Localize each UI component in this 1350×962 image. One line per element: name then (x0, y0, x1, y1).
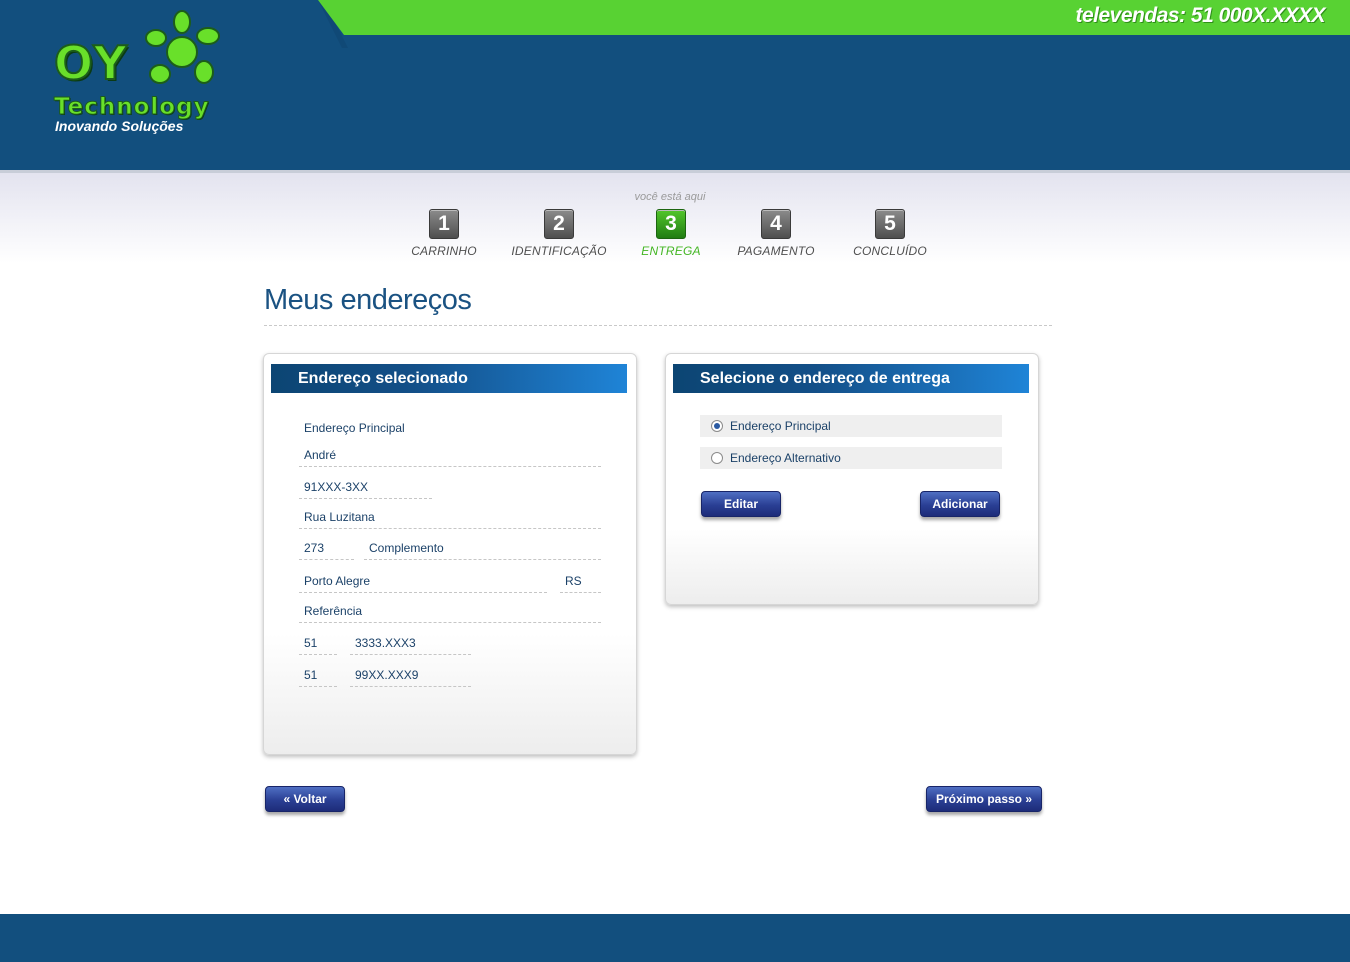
televendas-phone: televendas: 51 000X.XXXX (1075, 4, 1326, 27)
delivery-address-heading: Selecione o endereço de entrega (673, 364, 1029, 393)
step-number: 5 (875, 209, 905, 239)
option-endereco-principal[interactable]: Endereço Principal (700, 415, 1002, 437)
next-step-button[interactable]: Próximo passo » (926, 786, 1042, 812)
step-identificacao[interactable]: 2 IDENTIFICAÇÃO (499, 209, 619, 258)
complement-field: Complemento (364, 539, 601, 560)
step-carrinho[interactable]: 1 CARRINHO (384, 209, 504, 258)
step-label: IDENTIFICAÇÃO (511, 244, 607, 258)
selected-address-panel: Endereço selecionado Endereço Principal … (263, 353, 637, 755)
logo-technology-text: Technology (54, 94, 210, 121)
phone2-number-field: 99XX.XXX9 (350, 666, 471, 687)
option-endereco-alternativo[interactable]: Endereço Alternativo (700, 447, 1002, 469)
address-name-label: Endereço Principal (304, 421, 405, 435)
city-field: Porto Alegre (299, 572, 547, 593)
back-button[interactable]: « Voltar (265, 786, 345, 812)
phone2-area-field: 51 (299, 666, 337, 687)
zip-field: 91XXX-3XX (299, 478, 432, 499)
street-field: Rua Luzitana (299, 508, 601, 529)
state-field: RS (560, 572, 601, 593)
step-entrega[interactable]: 3 ENTREGA (611, 209, 731, 258)
option-label: Endereço Principal (730, 419, 831, 433)
reference-field: Referência (299, 602, 601, 623)
radio-unselected[interactable] (711, 452, 723, 464)
phone1-number-field: 3333.XXX3 (350, 634, 471, 655)
site-footer (0, 914, 1350, 962)
logo-star-icon (145, 10, 220, 84)
page-title: Meus endereços (264, 284, 472, 316)
delivery-address-panel: Selecione o endereço de entrega Endereço… (665, 353, 1039, 605)
step-number: 2 (544, 209, 574, 239)
step-pagamento[interactable]: 4 PAGAMENTO (716, 209, 836, 258)
radio-selected[interactable] (711, 420, 723, 432)
step-concluido[interactable]: 5 CONCLUÍDO (830, 209, 950, 258)
logo-slogan: Inovando Soluções (55, 118, 184, 134)
recipient-field: André (299, 446, 601, 467)
number-field: 273 (299, 539, 354, 560)
step-label: ENTREGA (641, 244, 701, 258)
phone1-area-field: 51 (299, 634, 337, 655)
edit-button[interactable]: Editar (701, 491, 781, 517)
option-label: Endereço Alternativo (730, 451, 841, 465)
step-number: 3 (656, 209, 686, 239)
step-label: CARRINHO (411, 244, 477, 258)
step-number: 1 (429, 209, 459, 239)
add-button[interactable]: Adicionar (920, 491, 1000, 517)
step-label: PAGAMENTO (737, 244, 815, 258)
current-step-hint: você está aqui (634, 191, 706, 203)
logo-oy-text: OY (53, 35, 129, 91)
title-divider (264, 325, 1052, 326)
selected-address-heading: Endereço selecionado (271, 364, 627, 393)
site-logo[interactable]: OY Technology Inovando Soluções (52, 10, 227, 140)
step-number: 4 (761, 209, 791, 239)
step-label: CONCLUÍDO (853, 244, 927, 258)
